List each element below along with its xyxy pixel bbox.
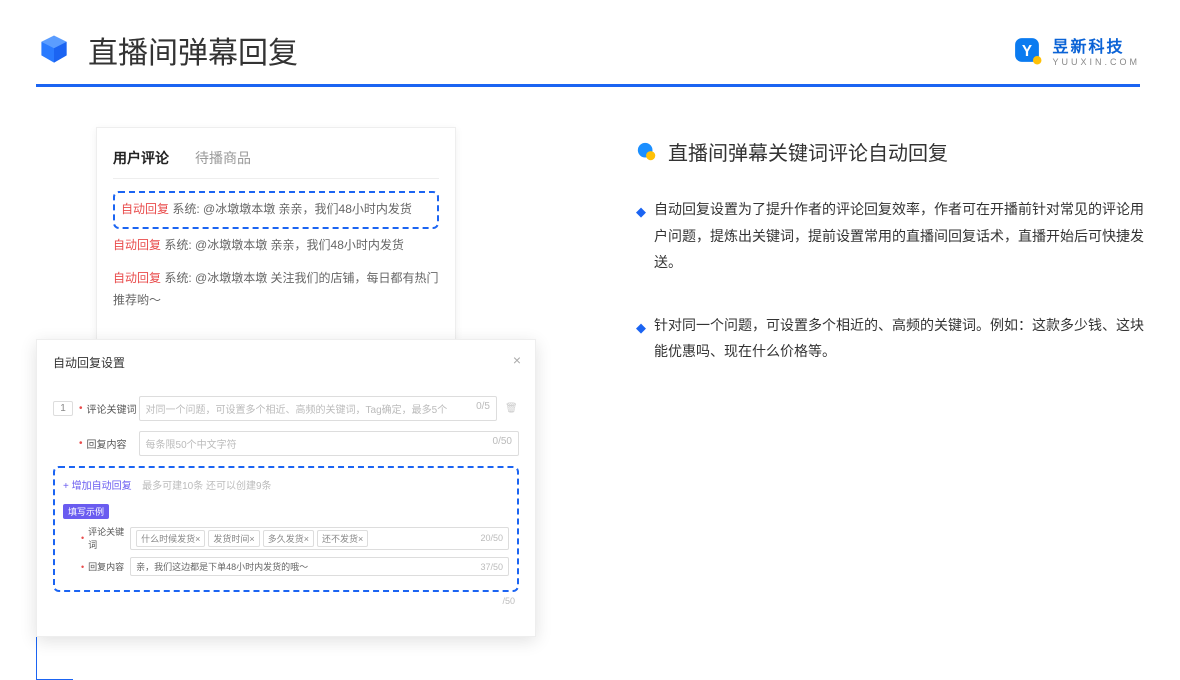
- ex-content-label: 回复内容: [88, 560, 130, 573]
- example-box: + 增加自动回复 最多可建10条 还可以创建9条 填写示例 • 评论关键词 什么…: [53, 466, 519, 592]
- section-title-text: 直播间弹幕关键词评论自动回复: [668, 137, 948, 166]
- comment-panel: 用户评论 待播商品 自动回复 系统: @冰墩墩本墩 亲亲，我们48小时内发货 自…: [96, 127, 456, 358]
- ex-keyword-input[interactable]: 什么时候发货× 发货时间× 多久发货× 还不发货× 20/50: [130, 527, 509, 550]
- logo-sub-text: YUUXIN.COM: [1052, 57, 1140, 67]
- keyword-tag[interactable]: 多久发货×: [263, 530, 314, 547]
- diamond-icon: ◆: [636, 316, 646, 341]
- bullet-item: ◆ 自动回复设置为了提升作者的评论回复效率，作者可在开播前针对常见的评论用户问题…: [636, 196, 1144, 276]
- keyword-counter: 0/5: [476, 401, 490, 416]
- settings-panel: 自动回复设置 × 1 • 评论关键词 对同一个问题，可设置多个相近、高频的关键词…: [36, 339, 536, 637]
- index-badge: 1: [53, 401, 73, 416]
- bullet-text: 自动回复设置为了提升作者的评论回复效率，作者可在开播前针对常见的评论用户问题，提…: [654, 196, 1144, 276]
- keyword-tag[interactable]: 还不发货×: [317, 530, 368, 547]
- chat-bubble-icon: [636, 141, 658, 163]
- keyword-input[interactable]: 对同一个问题，可设置多个相近、高频的关键词，Tag确定，最多5个 0/5: [139, 396, 497, 421]
- comment-text: 系统: @冰墩墩本墩 亲亲，我们48小时内发货: [164, 238, 404, 252]
- required-dot: •: [81, 562, 84, 572]
- tab-user-comments[interactable]: 用户评论: [113, 144, 177, 178]
- keyword-tag[interactable]: 发货时间×: [208, 530, 259, 547]
- comment-item: 自动回复 系统: @冰墩墩本墩 关注我们的店铺，每日都有热门推荐哟～: [113, 262, 439, 317]
- logo-main-text: 昱新科技: [1052, 33, 1140, 57]
- add-note: 最多可建10条 还可以创建9条: [142, 481, 271, 492]
- auto-reply-label: 自动回复: [121, 202, 169, 216]
- auto-reply-label: 自动回复: [113, 271, 161, 285]
- keyword-tag[interactable]: 什么时候发货×: [136, 530, 205, 547]
- example-badge: 填写示例: [63, 504, 109, 519]
- svg-text:Y: Y: [1022, 43, 1032, 60]
- ex-kw-counter: 20/50: [480, 533, 503, 543]
- settings-title: 自动回复设置: [53, 356, 125, 370]
- keyword-label: 评论关键词: [87, 401, 139, 416]
- bullet-item: ◆ 针对同一个问题，可设置多个相近的、高频的关键词。例如：这款多少钱、这块能优惠…: [636, 312, 1144, 365]
- comment-item: 自动回复 系统: @冰墩墩本墩 亲亲，我们48小时内发货: [113, 229, 439, 263]
- trash-icon[interactable]: 🗑: [505, 403, 519, 414]
- cube-icon: [36, 32, 72, 68]
- close-icon[interactable]: ×: [513, 352, 521, 368]
- ex-content-input[interactable]: 亲，我们这边都是下单48小时内发货的哦～ 37/50: [130, 557, 509, 576]
- placeholder-text: 每条限50个中文字符: [146, 436, 237, 451]
- add-auto-reply-link[interactable]: + 增加自动回复: [63, 481, 132, 492]
- page-title: 直播间弹幕回复: [88, 28, 298, 72]
- ex-content-text: 亲，我们这边都是下单48小时内发货的哦～: [136, 560, 308, 573]
- bullet-text: 针对同一个问题，可设置多个相近的、高频的关键词。例如：这款多少钱、这块能优惠吗、…: [654, 312, 1144, 365]
- comment-text: 系统: @冰墩墩本墩 亲亲，我们48小时内发货: [172, 202, 412, 216]
- required-dot: •: [81, 533, 84, 543]
- comment-item-highlighted: 自动回复 系统: @冰墩墩本墩 亲亲，我们48小时内发货: [113, 191, 439, 229]
- content-label: 回复内容: [87, 436, 139, 451]
- ex-keyword-label: 评论关键词: [88, 525, 130, 551]
- tab-pending-products[interactable]: 待播商品: [195, 144, 259, 178]
- comment-text: 系统: @冰墩墩本墩 关注我们的店铺，每日都有热门推荐哟～: [113, 271, 439, 307]
- section-title-row: 直播间弹幕关键词评论自动回复: [636, 137, 1144, 166]
- content-counter: 0/50: [493, 436, 512, 451]
- placeholder-text: 对同一个问题，可设置多个相近、高频的关键词，Tag确定，最多5个: [146, 401, 448, 416]
- diamond-icon: ◆: [636, 200, 646, 225]
- required-dot: •: [79, 438, 83, 449]
- auto-reply-label: 自动回复: [113, 238, 161, 252]
- content-input[interactable]: 每条限50个中文字符 0/50: [139, 431, 519, 456]
- brand-logo: Y 昱新科技 YUUXIN.COM: [1010, 33, 1140, 67]
- extra-counter: /50: [53, 596, 519, 606]
- ex-content-counter: 37/50: [480, 562, 503, 572]
- required-dot: •: [79, 403, 83, 414]
